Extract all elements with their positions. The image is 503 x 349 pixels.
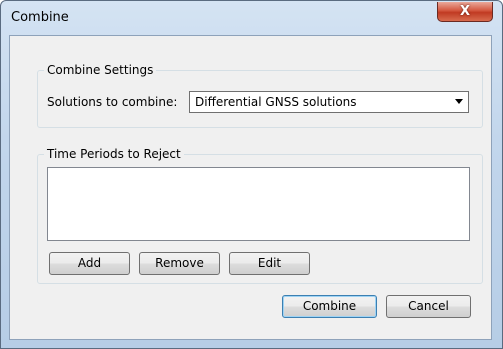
- title-bar[interactable]: Combine X: [1, 1, 502, 35]
- close-icon: X: [459, 4, 471, 19]
- solutions-label: Solutions to combine:: [47, 95, 178, 109]
- remove-button[interactable]: Remove: [139, 252, 220, 275]
- solutions-select[interactable]: Differential GNSS solutions: [189, 91, 469, 113]
- combine-button[interactable]: Combine: [282, 295, 377, 318]
- combine-settings-title: Combine Settings: [44, 63, 157, 77]
- close-button[interactable]: X: [437, 2, 493, 22]
- edit-button[interactable]: Edit: [229, 252, 310, 275]
- solutions-select-value: Differential GNSS solutions: [195, 95, 357, 109]
- reject-periods-list[interactable]: [47, 167, 470, 241]
- chevron-down-icon: [455, 99, 463, 104]
- reject-periods-title: Time Periods to Reject: [44, 147, 184, 161]
- add-button[interactable]: Add: [49, 252, 130, 275]
- window-title: Combine: [11, 10, 69, 25]
- cancel-button[interactable]: Cancel: [386, 295, 471, 318]
